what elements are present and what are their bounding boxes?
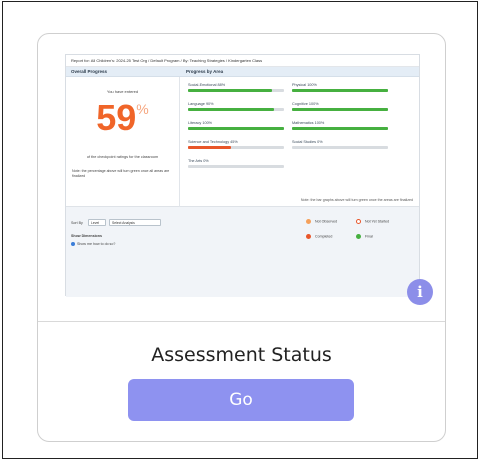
progress-area-label: The Arts 0% [188, 159, 209, 163]
column-divider [179, 77, 180, 207]
progress-area-bar-fill [188, 146, 232, 149]
show-me-radio: Show me how to do so? [71, 242, 116, 247]
progress-area-bar-fill [292, 127, 388, 130]
overall-percent: 59% [66, 97, 179, 139]
progress-area-item: Mathematics 100% [292, 121, 388, 135]
progress-area-bar-fill [188, 89, 273, 92]
go-button[interactable]: Go [128, 379, 354, 421]
legend-item: Completed [306, 234, 332, 239]
report-preview-thumbnail: Report for: All Children's: 2024-25 Test… [65, 54, 420, 297]
show-dimensions-label: Show Dimensions [71, 234, 102, 238]
legend-dot-icon [356, 219, 361, 224]
progress-area-bar-fill [292, 108, 388, 111]
sort-by-label: Sort By [71, 221, 83, 225]
bar-graph-note: Note: the bar graphs above will turn gre… [300, 198, 413, 202]
progress-area-bar-fill [188, 127, 284, 130]
progress-area-bar-track [188, 127, 284, 130]
progress-area-item: Social-Emotional 88% [188, 83, 284, 97]
progress-area-bar-track [188, 146, 284, 149]
show-me-radio-label: Show me how to do so? [77, 242, 116, 246]
progress-area-item: Physical 100% [292, 83, 388, 97]
preview-filter-bar: Sort By Level Select Analysis Show Dimen… [66, 207, 419, 297]
overall-progress-panel: You have entered 59% of the checkpoint r… [66, 77, 179, 207]
progress-area-label: Literacy 100% [188, 121, 213, 125]
progress-area-bar-track [292, 108, 388, 111]
progress-area-item: The Arts 0% [188, 159, 284, 173]
progress-area-label: Mathematics 100% [292, 121, 325, 125]
legend-dot-icon [356, 234, 361, 239]
legend-item: Not Observed [306, 219, 337, 224]
progress-area-label: Language 90% [188, 102, 214, 106]
progress-area-item: Social Studies 0% [292, 140, 388, 154]
checkpoint-ratings-text: of the checkpoint ratings for the classr… [86, 155, 159, 159]
progress-area-item: Science and Technology 45% [188, 140, 284, 154]
radio-dot-icon [71, 242, 75, 247]
assessment-status-card: Report for: All Children's: 2024-25 Test… [37, 33, 446, 442]
legend-label: Not Observed [315, 219, 338, 224]
outer-frame: Report for: All Children's: 2024-25 Test… [2, 1, 478, 459]
progress-area-label: Science and Technology 45% [188, 140, 238, 144]
progress-area-item: Literacy 100% [188, 121, 284, 135]
progress-area-bar-track [292, 127, 388, 130]
legend-item: Final [356, 234, 373, 239]
progress-area-bar-track [188, 89, 284, 92]
progress-area-label: Cognitive 100% [292, 102, 319, 106]
preview-column-headers: Overall Progress Progress by Area [66, 67, 419, 77]
progress-area-label: Social-Emotional 88% [188, 83, 226, 87]
overall-progress-heading: Overall Progress [71, 69, 108, 74]
info-icon[interactable]: i [407, 279, 433, 305]
percentage-note: Note: the percentage above will turn gre… [72, 169, 170, 178]
analysis-select: Select Analysis [109, 219, 161, 226]
progress-area-bar-track [292, 89, 388, 92]
progress-area-item: Cognitive 100% [292, 102, 388, 116]
sort-by-select: Level [88, 219, 106, 226]
progress-area-bar-track [188, 165, 284, 168]
you-have-entered-text: You have entered [106, 89, 139, 94]
progress-by-area-heading: Progress by Area [186, 69, 224, 74]
progress-area-bar-fill [188, 108, 275, 111]
progress-area-label: Social Studies 0% [292, 140, 323, 144]
legend-label: Completed [315, 234, 333, 239]
card-divider [38, 321, 445, 322]
progress-area-bar-fill [292, 89, 388, 92]
overall-percent-value: 59 [96, 97, 137, 138]
progress-area-bar-track [188, 108, 284, 111]
preview-breadcrumb: Report for: All Children's: 2024-25 Test… [66, 55, 419, 67]
card-title: Assessment Status [151, 344, 332, 366]
legend-label: Not Yet Started [365, 219, 390, 224]
legend-dot-icon [306, 219, 311, 224]
progress-area-bar-track [292, 146, 388, 149]
legend-dot-icon [306, 234, 311, 239]
overall-percent-symbol: % [136, 101, 149, 117]
preview-report-body: Overall Progress Progress by Area You ha… [66, 67, 419, 207]
legend-item: Not Yet Started [356, 219, 389, 224]
progress-area-label: Physical 100% [292, 83, 317, 87]
legend-label: Final [365, 234, 373, 239]
progress-area-item: Language 90% [188, 102, 284, 116]
